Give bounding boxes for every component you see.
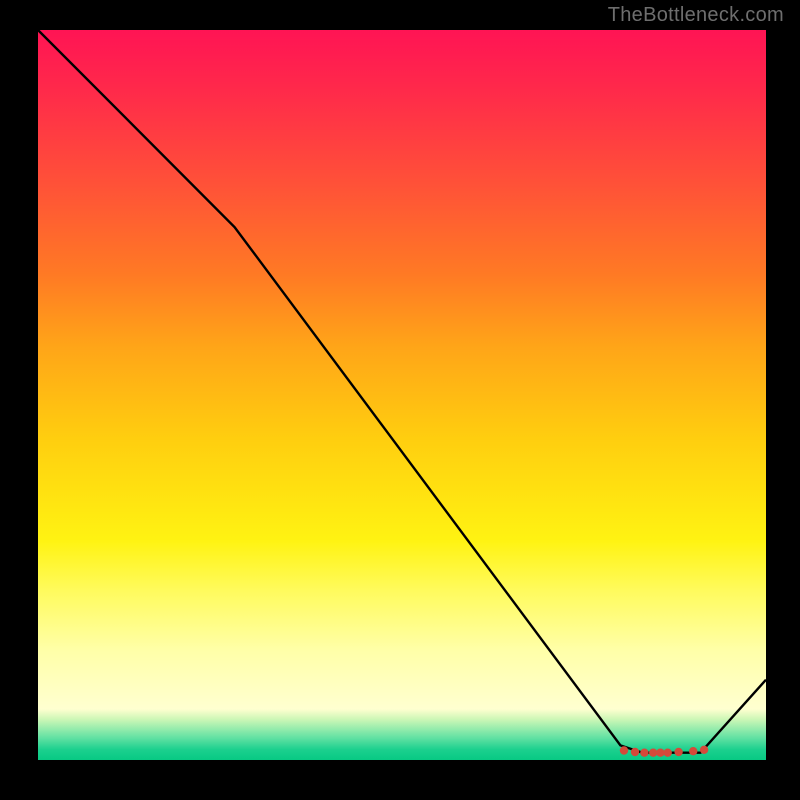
marker-point [631,748,639,756]
marker-point [640,749,648,757]
marker-point [700,746,708,754]
marker-point [689,747,697,755]
curve-path [38,30,766,753]
watermark-text: TheBottleneck.com [608,4,784,27]
marker-point [649,749,657,757]
marker-cluster [620,746,709,757]
marker-point [664,749,672,757]
marker-point [656,749,664,757]
marker-point [620,746,628,754]
series-curve [38,30,766,753]
chart-frame: TheBottleneck.com [0,0,800,800]
line-layer [38,30,766,760]
marker-point [674,748,682,756]
